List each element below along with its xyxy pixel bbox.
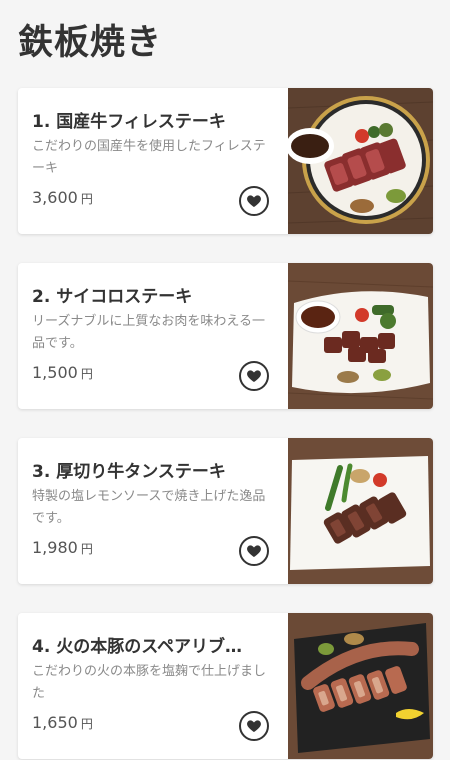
- beef-tongue-photo: [288, 438, 433, 584]
- price-value: 1,650: [32, 713, 78, 732]
- heart-icon: [247, 720, 261, 732]
- menu-item-title: 3. 厚切り牛タンステーキ: [32, 462, 226, 482]
- favorite-button[interactable]: [239, 361, 269, 391]
- menu-card[interactable]: 4. 火の本豚のスペアリブ… こだわりの火の本豚を塩麹で仕上げました 1,650…: [18, 613, 433, 759]
- menu-item-description: 特製の塩レモンソースで焼き上げた逸品です。: [32, 489, 266, 526]
- price-currency: 円: [80, 542, 93, 556]
- heart-icon: [247, 195, 261, 207]
- menu-item-title: 4. 火の本豚のスペアリブ…: [32, 637, 243, 657]
- menu-item-description: こだわりの火の本豚を塩麹で仕上げました: [32, 664, 267, 701]
- page-title: 鉄板焼き: [18, 23, 163, 63]
- menu-card[interactable]: 3. 厚切り牛タンステーキ 特製の塩レモンソースで焼き上げた逸品です。 1,98…: [18, 438, 433, 584]
- heart-icon: [247, 545, 261, 557]
- menu-item-title: 1. 国産牛フィレステーキ: [32, 112, 226, 132]
- favorite-button[interactable]: [239, 186, 269, 216]
- menu-item-photo: [288, 438, 433, 584]
- spare-rib-photo: [288, 613, 433, 759]
- favorite-button[interactable]: [239, 536, 269, 566]
- fillet-steak-photo: [288, 88, 433, 234]
- heart-icon: [247, 370, 261, 382]
- price-currency: 円: [80, 717, 93, 731]
- menu-item-price: 1,650 円: [32, 713, 93, 732]
- menu-item-description: こだわりの国産牛を使用したフィレステーキ: [32, 139, 266, 176]
- menu-card-body: 3. 厚切り牛タンステーキ 特製の塩レモンソースで焼き上げた逸品です。 1,98…: [18, 438, 288, 584]
- price-value: 1,980: [32, 538, 78, 557]
- price-currency: 円: [80, 192, 93, 206]
- menu-item-description: リーズナブルに上質なお肉を味わえる一品です。: [32, 314, 265, 351]
- menu-item-photo: [288, 88, 433, 234]
- menu-item-price: 1,980 円: [32, 538, 93, 557]
- menu-item-photo: [288, 263, 433, 409]
- menu-card-body: 2. サイコロステーキ リーズナブルに上質なお肉を味わえる一品です。 1,500…: [18, 263, 288, 409]
- menu-card-body: 1. 国産牛フィレステーキ こだわりの国産牛を使用したフィレステーキ 3,600…: [18, 88, 288, 234]
- menu-item-title: 2. サイコロステーキ: [32, 287, 193, 307]
- price-value: 3,600: [32, 188, 78, 207]
- menu-card[interactable]: 1. 国産牛フィレステーキ こだわりの国産牛を使用したフィレステーキ 3,600…: [18, 88, 433, 234]
- price-value: 1,500: [32, 363, 78, 382]
- favorite-button[interactable]: [239, 711, 269, 741]
- price-currency: 円: [80, 367, 93, 381]
- menu-item-price: 1,500 円: [32, 363, 93, 382]
- menu-item-price: 3,600 円: [32, 188, 93, 207]
- menu-item-photo: [288, 613, 433, 759]
- menu-card[interactable]: 2. サイコロステーキ リーズナブルに上質なお肉を味わえる一品です。 1,500…: [18, 263, 433, 409]
- menu-card-body: 4. 火の本豚のスペアリブ… こだわりの火の本豚を塩麹で仕上げました 1,650…: [18, 613, 288, 759]
- dice-steak-photo: [288, 263, 433, 409]
